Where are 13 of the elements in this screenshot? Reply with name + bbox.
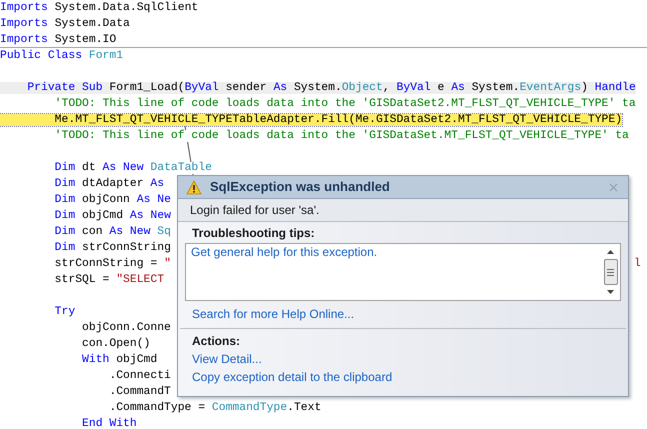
dialog-title: SqlException was unhandled [210, 178, 390, 196]
section-heading: Troubleshooting tips: [191, 226, 316, 241]
scroll-thumb[interactable] [604, 259, 618, 285]
exception-message: Login failed for user 'sa'. [190, 202, 320, 219]
help-link[interactable]: Get general help for this exception. [191, 245, 378, 260]
action-link[interactable]: View Detail... [192, 352, 262, 367]
scroll-up-icon[interactable] [607, 250, 614, 254]
action-link[interactable]: Copy exception detail to the clipboard [192, 370, 392, 385]
warning-icon [186, 180, 202, 194]
search-help-link[interactable]: Search for more Help Online... [185, 307, 362, 322]
section-heading: Actions: [192, 334, 241, 349]
scroll-down-icon[interactable] [607, 290, 614, 294]
code-fragment: l [634, 256, 641, 272]
